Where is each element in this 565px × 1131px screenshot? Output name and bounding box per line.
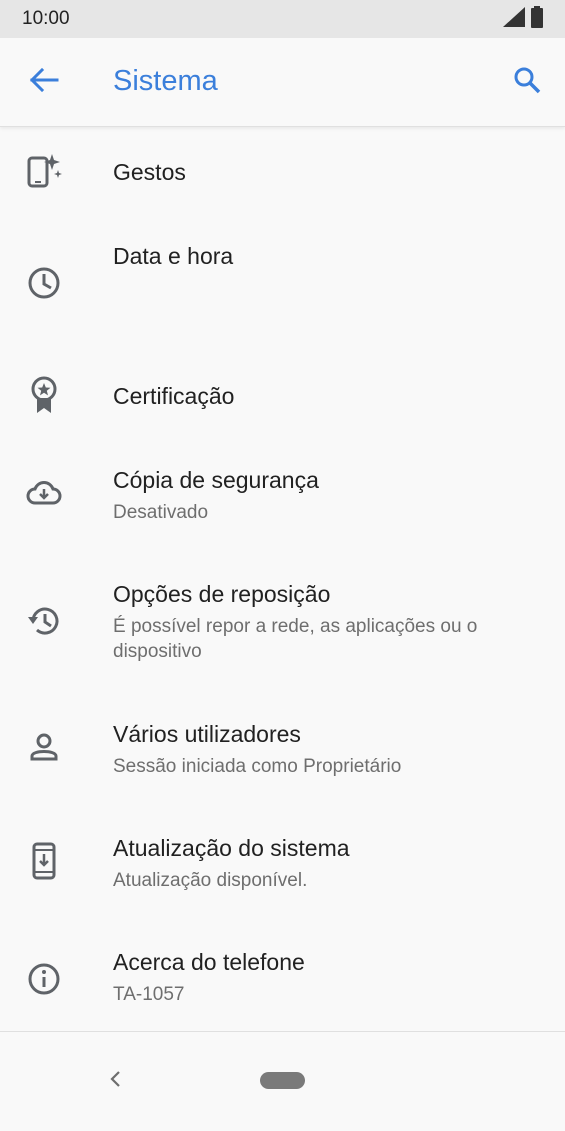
list-item-system-update[interactable]: Atualização do sistema Atualização dispo… [0,819,565,933]
list-item-gestures[interactable]: Gestos [0,127,565,217]
gestures-icon [24,150,64,190]
list-item-multiple-users[interactable]: Vários utilizadores Sessão iniciada como… [0,705,565,819]
battery-icon [531,5,543,33]
list-item-about-phone[interactable]: Acerca do telefone TA-1057 [0,933,565,1031]
list-item-date-time[interactable]: Data e hora [0,217,565,355]
item-label: Atualização do sistema [113,835,350,861]
status-icons [503,5,543,33]
status-time: 10:00 [22,8,70,29]
search-icon [512,65,542,100]
app-bar: Sistema [0,38,565,127]
item-label: Cópia de segurança [113,467,319,493]
navigation-bar [0,1031,565,1131]
page-title: Sistema [113,65,218,97]
system-update-icon [24,841,64,881]
list-item-reset-options[interactable]: Opções de reposição É possível repor a r… [0,563,565,705]
person-icon [24,727,64,767]
status-bar: 10:00 [0,0,565,38]
item-summary: É possível repor a rede, as aplicações o… [113,616,478,662]
item-summary: TA-1057 [113,984,185,1005]
list-item-backup[interactable]: Cópia de segurança Desativado [0,449,565,563]
item-label: Opções de reposição [113,581,331,607]
clock-icon [24,263,64,303]
nav-home-button[interactable] [260,1072,305,1089]
item-summary: Desativado [113,502,209,523]
item-summary: Atualização disponível. [113,870,308,891]
restore-icon [24,601,64,641]
signal-icon [503,6,525,32]
search-button[interactable] [507,62,547,102]
back-button[interactable] [24,62,64,102]
item-label: Gestos [113,159,186,185]
info-icon [24,959,64,999]
nav-back-button[interactable] [103,1068,129,1094]
item-label: Vários utilizadores [113,721,301,747]
certification-icon [24,375,64,415]
item-label: Data e hora [113,243,234,269]
chevron-left-icon [109,1070,123,1093]
arrow-left-icon [29,67,59,97]
item-label: Certificação [113,383,235,409]
cloud-backup-icon [24,473,64,513]
item-summary: Sessão iniciada como Proprietário [113,756,402,777]
list-item-certification[interactable]: Certificação [0,355,565,449]
item-label: Acerca do telefone [113,949,305,975]
